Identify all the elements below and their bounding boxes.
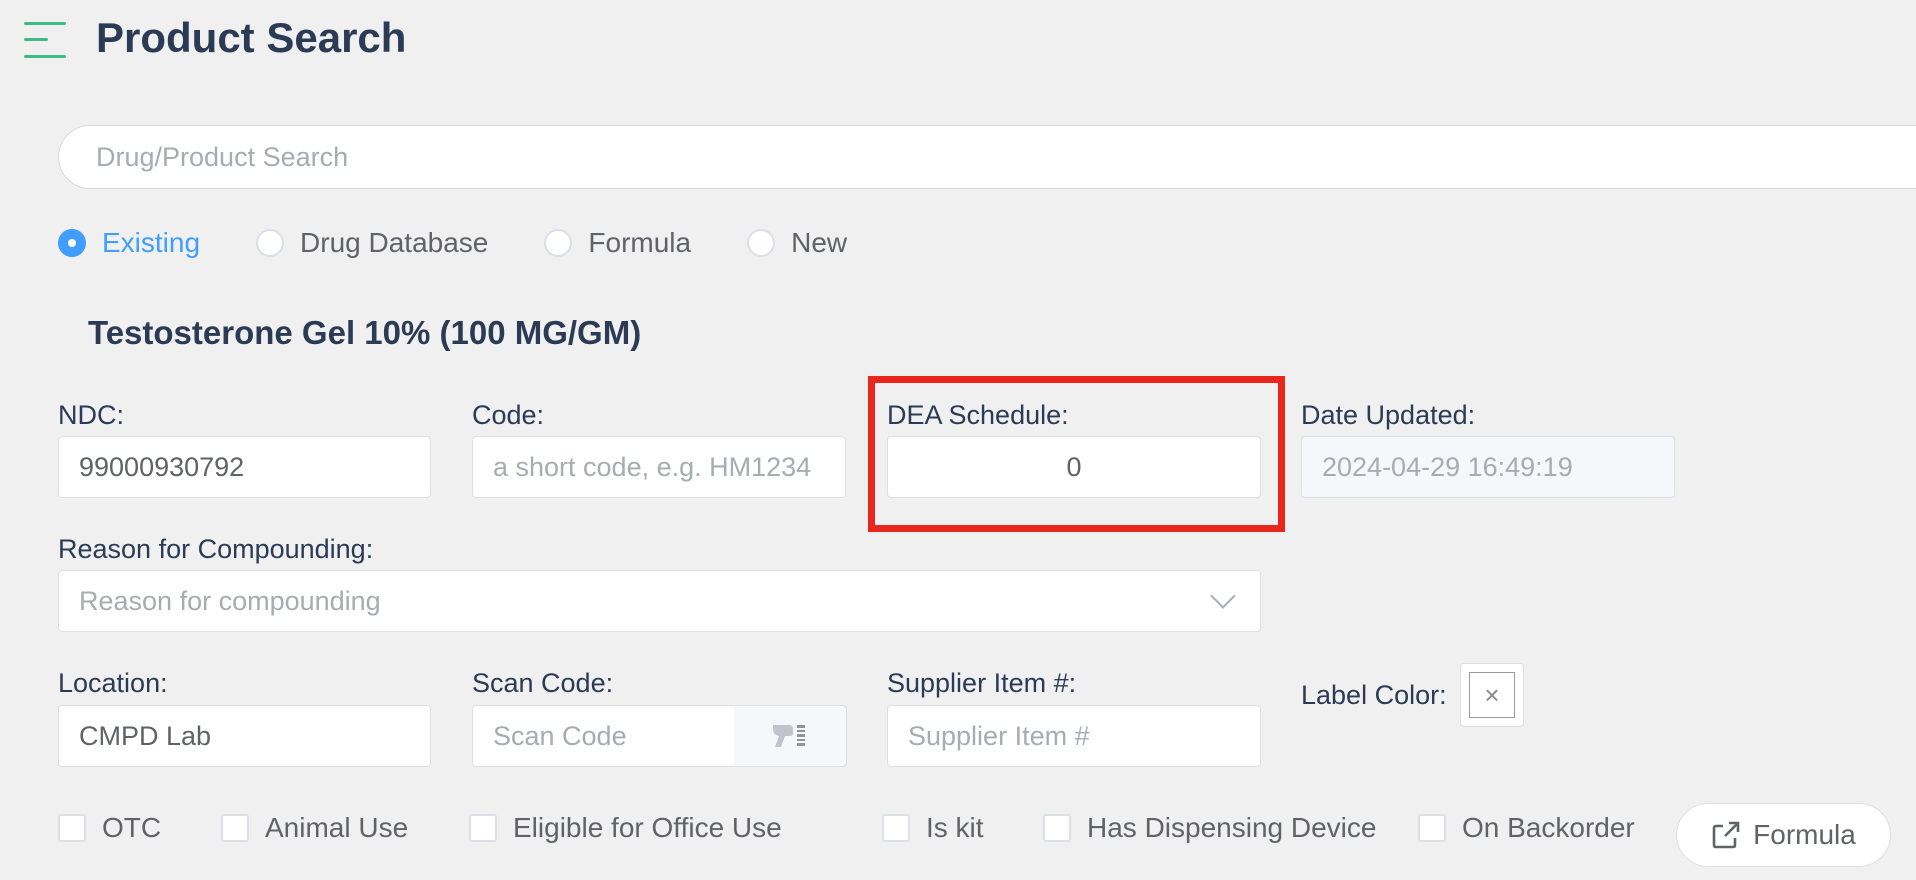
supplier-item-input[interactable]	[887, 705, 1261, 767]
supplier-item-label: Supplier Item #:	[887, 668, 1077, 698]
radio-circle-icon	[544, 229, 573, 257]
checkbox-label: On Backorder	[1462, 812, 1635, 843]
radio-circle-icon	[747, 229, 776, 257]
ndc-label: NDC:	[58, 400, 124, 430]
radio-label: New	[791, 227, 848, 258]
checkbox-icon	[221, 814, 249, 842]
code-input[interactable]	[472, 436, 846, 498]
hamburger-menu-icon[interactable]	[24, 22, 66, 58]
formula-button[interactable]: Formula	[1676, 803, 1891, 867]
checkbox-animal-use[interactable]: Animal Use	[221, 812, 408, 844]
product-name: Testosterone Gel 10% (100 MG/GM)	[88, 314, 642, 351]
radio-new[interactable]: New	[747, 227, 847, 259]
radio-label: Existing	[102, 227, 201, 258]
formula-button-label: Formula	[1753, 819, 1856, 850]
external-link-icon	[1712, 821, 1740, 849]
date-updated-label: Date Updated:	[1301, 400, 1476, 430]
page-title: Product Search	[96, 14, 407, 61]
checkbox-label: Eligible for Office Use	[513, 812, 782, 843]
label-color-label: Label Color:	[1301, 680, 1447, 710]
barcode-scanner-icon	[773, 725, 805, 747]
scan-code-label: Scan Code:	[472, 668, 614, 698]
scan-button[interactable]	[734, 705, 847, 767]
product-search-page: Product Search Existing Drug Database Fo…	[0, 0, 1916, 880]
date-updated-input	[1301, 436, 1675, 498]
label-color-picker[interactable]: ×	[1460, 663, 1524, 727]
reason-label: Reason for Compounding:	[58, 534, 374, 564]
checkbox-label: Has Dispensing Device	[1087, 812, 1377, 843]
checkbox-icon	[882, 814, 910, 842]
chevron-down-icon	[1210, 583, 1236, 609]
radio-drug-database[interactable]: Drug Database	[256, 227, 488, 259]
close-icon: ×	[1469, 672, 1515, 718]
checkbox-otc[interactable]: OTC	[58, 812, 161, 844]
checkbox-icon	[58, 814, 86, 842]
checkbox-is-kit[interactable]: Is kit	[882, 812, 984, 844]
ndc-input[interactable]	[58, 436, 431, 498]
checkbox-dispensing-device[interactable]: Has Dispensing Device	[1043, 812, 1376, 844]
checkbox-eligible-office-use[interactable]: Eligible for Office Use	[469, 812, 782, 844]
code-label: Code:	[472, 400, 545, 430]
location-label: Location:	[58, 668, 168, 698]
radio-label: Drug Database	[300, 227, 489, 258]
reason-select[interactable]: Reason for compounding	[58, 570, 1261, 632]
radio-circle-icon	[256, 229, 285, 257]
radio-formula[interactable]: Formula	[544, 227, 691, 259]
checkbox-label: OTC	[102, 812, 162, 843]
radio-label: Formula	[588, 227, 692, 258]
dea-schedule-label: DEA Schedule:	[887, 400, 1069, 430]
location-input[interactable]	[58, 705, 431, 767]
scan-code-input[interactable]	[472, 705, 735, 767]
radio-existing[interactable]: Existing	[58, 227, 200, 259]
checkbox-icon	[1418, 814, 1446, 842]
reason-placeholder: Reason for compounding	[79, 585, 381, 616]
source-radio-group: Existing Drug Database Formula New	[58, 226, 903, 260]
checkbox-label: Animal Use	[265, 812, 409, 843]
checkbox-icon	[1043, 814, 1071, 842]
checkbox-on-backorder[interactable]: On Backorder	[1418, 812, 1635, 844]
drug-product-search-input[interactable]	[58, 125, 1916, 189]
checkbox-label: Is kit	[926, 812, 984, 843]
checkbox-icon	[469, 814, 497, 842]
radio-circle-icon	[58, 229, 86, 257]
dea-schedule-input[interactable]	[887, 436, 1261, 498]
